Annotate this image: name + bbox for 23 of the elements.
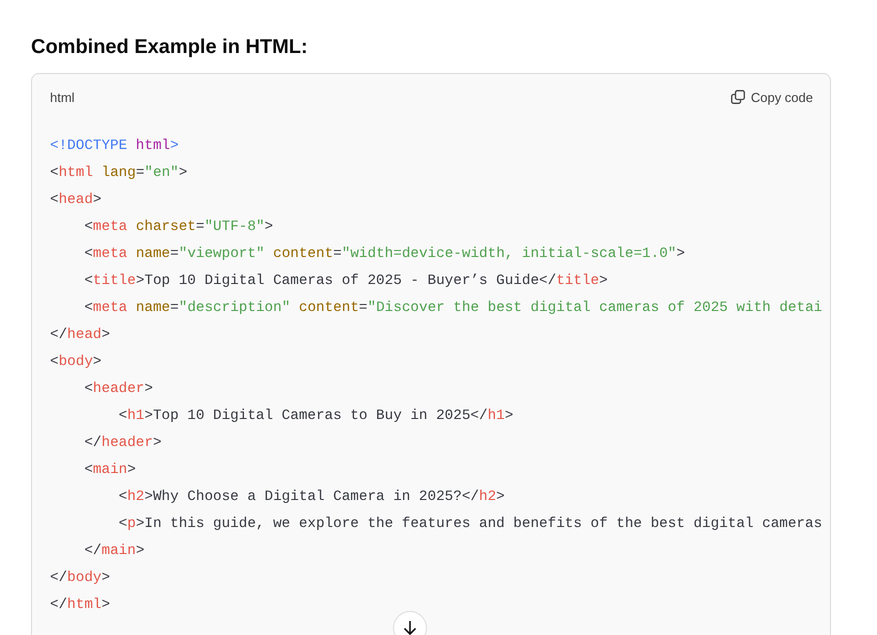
copy-icon [730, 90, 745, 104]
code-line: <meta name="viewport" content="width=device-width, initial-scale=1.0"> [83, 246, 685, 262]
code-line: <body> [50, 354, 102, 370]
language-label: html [50, 90, 75, 104]
code-line: <html lang="en"> [50, 165, 188, 181]
code-line: <meta charset="UTF-8"> [83, 219, 274, 235]
code-line: <meta name="description" content="Discover the best digital cameras of 2025 with detai [83, 300, 822, 316]
code-line: <header> [83, 381, 153, 397]
code-line: </head> [50, 327, 110, 343]
section-heading: Combined Example in HTML: [31, 36, 309, 59]
code-line: <main> [83, 462, 136, 478]
copy-code-button[interactable]: Copy code [730, 90, 813, 104]
code-line: </body> [50, 570, 110, 586]
code-line: </header> [83, 435, 162, 451]
code-line: <title>Top 10 Digital Cameras of 2025 - Buyer’s Guide</title> [83, 273, 608, 289]
code-line: <p>In this guide, we explore the features and benefits of the best digital cameras [118, 516, 822, 532]
code-line: <h1>Top 10 Digital Cameras to Buy in 2025</h1> [118, 408, 514, 424]
code-line: <h2>Why Choose a Digital Camera in 2025?</h2> [118, 489, 505, 505]
code-line: </html> [50, 597, 110, 613]
code-line: </main> [83, 543, 144, 559]
code-line: <!DOCTYPE html> [50, 138, 179, 154]
code-line: <head> [50, 192, 102, 208]
down-arrow-icon [403, 620, 417, 635]
